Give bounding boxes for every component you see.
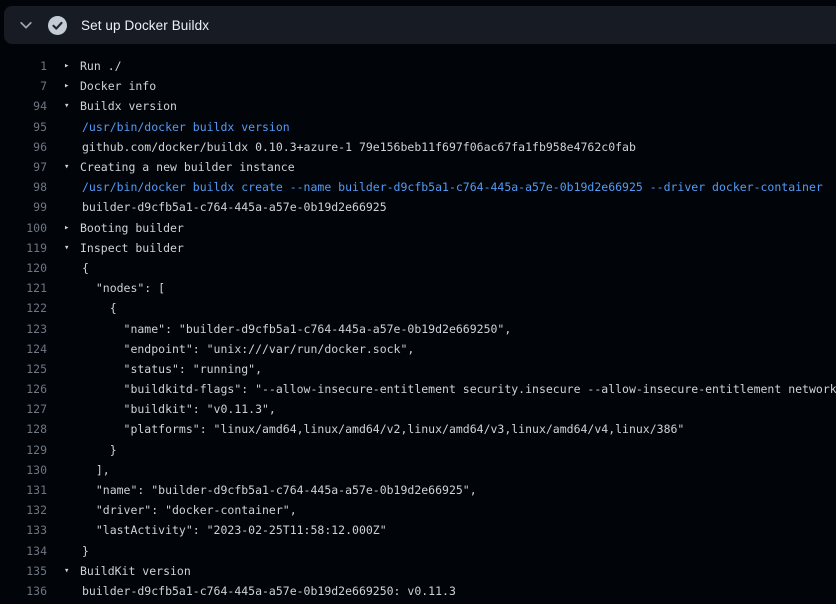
- output-text: github.com/docker/buildx 0.10.3+azure-1 …: [82, 140, 636, 154]
- output-text: "status": "running",: [82, 362, 262, 376]
- log-line: 120 {: [0, 258, 836, 278]
- line-number-link[interactable]: 100: [0, 221, 47, 235]
- line-number-link[interactable]: 123: [0, 322, 47, 336]
- log-line: 122 {: [0, 298, 836, 318]
- log-line: 124 "endpoint": "unix:///var/run/docker.…: [0, 339, 836, 359]
- output-text: ],: [82, 463, 110, 477]
- group-label: Docker info: [80, 79, 156, 93]
- line-number-link[interactable]: 120: [0, 261, 47, 275]
- log-line: 133 "lastActivity": "2023-02-25T11:58:12…: [0, 520, 836, 540]
- output-text: "lastActivity": "2023-02-25T11:58:12.000…: [82, 523, 387, 537]
- chevron-down-icon[interactable]: [19, 18, 33, 32]
- check-circle-icon: [48, 16, 67, 35]
- output-text: "buildkitd-flags": "--allow-insecure-ent…: [82, 382, 836, 396]
- log-line: 99 builder-d9cfb5a1-c764-445a-a57e-0b19d2…: [0, 197, 836, 217]
- line-number-link[interactable]: 136: [0, 584, 47, 598]
- group-label: Buildx version: [80, 99, 177, 113]
- log-line: 130 ],: [0, 460, 836, 480]
- line-number-link[interactable]: 99: [0, 200, 47, 214]
- line-number-link[interactable]: 128: [0, 422, 47, 436]
- log-line: 123 "name": "builder-d9cfb5a1-c764-445a-…: [0, 318, 836, 338]
- line-number-link[interactable]: 125: [0, 362, 47, 376]
- group-label: BuildKit version: [80, 564, 191, 578]
- line-number-link[interactable]: 130: [0, 463, 47, 477]
- log-line: 121 "nodes": [: [0, 278, 836, 298]
- log-area: 1▸Run ./7▸Docker info94▾Buildx version95…: [0, 44, 836, 604]
- log-line: 125 "status": "running",: [0, 359, 836, 379]
- line-number-link[interactable]: 96: [0, 140, 47, 154]
- line-number-link[interactable]: 134: [0, 544, 47, 558]
- command-text: /usr/bin/docker buildx create --name bui…: [82, 180, 823, 194]
- line-number-link[interactable]: 119: [0, 241, 47, 255]
- line-number-link[interactable]: 133: [0, 523, 47, 537]
- line-number-link[interactable]: 98: [0, 180, 47, 194]
- log-group-header[interactable]: 119 ▾Inspect builder: [0, 238, 836, 258]
- group-collapsed-triangle-icon[interactable]: ▸: [64, 56, 80, 76]
- output-text: "name": "builder-d9cfb5a1-c764-445a-a57e…: [82, 483, 477, 497]
- line-number-link[interactable]: 122: [0, 301, 47, 315]
- log-line: 134}: [0, 541, 836, 561]
- log-line: 98/usr/bin/docker buildx create --name b…: [0, 177, 836, 197]
- log-line: 136 builder-d9cfb5a1-c764-445a-a57e-0b19d…: [0, 581, 836, 601]
- command-text: /usr/bin/docker buildx version: [82, 120, 290, 134]
- output-text: "name": "builder-d9cfb5a1-c764-445a-a57e…: [82, 322, 511, 336]
- log-line: 131 "name": "builder-d9cfb5a1-c764-445a-…: [0, 480, 836, 500]
- log-group-header[interactable]: 1 ▸Run ./: [0, 56, 836, 76]
- log-line: 96 github.com/docker/buildx 0.10.3+azure-…: [0, 137, 836, 157]
- line-number-link[interactable]: 1: [0, 59, 47, 73]
- step-header[interactable]: Set up Docker Buildx: [4, 6, 836, 44]
- line-number-link[interactable]: 124: [0, 342, 47, 356]
- line-number-link[interactable]: 7: [0, 79, 47, 93]
- line-number-link[interactable]: 126: [0, 382, 47, 396]
- output-text: {: [82, 261, 89, 275]
- line-number-link[interactable]: 129: [0, 443, 47, 457]
- line-number-link[interactable]: 121: [0, 281, 47, 295]
- group-expanded-triangle-icon[interactable]: ▾: [64, 561, 80, 581]
- line-number-link[interactable]: 94: [0, 99, 47, 113]
- group-collapsed-triangle-icon[interactable]: ▸: [64, 218, 80, 238]
- group-label: Inspect builder: [80, 241, 184, 255]
- step-title: Set up Docker Buildx: [81, 18, 209, 33]
- group-collapsed-triangle-icon[interactable]: ▸: [64, 76, 80, 96]
- log-line: 129 }: [0, 440, 836, 460]
- group-expanded-triangle-icon[interactable]: ▾: [64, 157, 80, 177]
- line-number-link[interactable]: 97: [0, 160, 47, 174]
- output-text: "driver": "docker-container",: [82, 503, 297, 517]
- output-text: }: [82, 443, 117, 457]
- group-label: Run ./: [80, 59, 122, 73]
- line-number-link[interactable]: 127: [0, 402, 47, 416]
- log-line: 95/usr/bin/docker buildx version: [0, 117, 836, 137]
- line-number-link[interactable]: 131: [0, 483, 47, 497]
- output-text: "buildkit": "v0.11.3",: [82, 402, 276, 416]
- output-text: "platforms": "linux/amd64,linux/amd64/v2…: [82, 422, 684, 436]
- log-group-header[interactable]: 7 ▸Docker info: [0, 76, 836, 96]
- log-line: 126 "buildkitd-flags": "--allow-insecure…: [0, 379, 836, 399]
- output-text: "endpoint": "unix:///var/run/docker.sock…: [82, 342, 414, 356]
- group-label: Creating a new builder instance: [80, 160, 295, 174]
- output-text: }: [82, 544, 89, 558]
- line-number-link[interactable]: 95: [0, 120, 47, 134]
- group-expanded-triangle-icon[interactable]: ▾: [64, 238, 80, 258]
- group-label: Booting builder: [80, 221, 184, 235]
- log-group-header[interactable]: 97 ▾Creating a new builder instance: [0, 157, 836, 177]
- output-text: {: [82, 301, 117, 315]
- log-line: 132 "driver": "docker-container",: [0, 500, 836, 520]
- line-number-link[interactable]: 135: [0, 564, 47, 578]
- log-group-header[interactable]: 94 ▾Buildx version: [0, 96, 836, 116]
- output-text: "nodes": [: [82, 281, 165, 295]
- log-group-header[interactable]: 135 ▾BuildKit version: [0, 561, 836, 581]
- line-number-link[interactable]: 132: [0, 503, 47, 517]
- group-expanded-triangle-icon[interactable]: ▾: [64, 96, 80, 116]
- log-group-header[interactable]: 100 ▸Booting builder: [0, 218, 836, 238]
- log-line: 127 "buildkit": "v0.11.3",: [0, 399, 836, 419]
- output-text: builder-d9cfb5a1-c764-445a-a57e-0b19d2e6…: [82, 200, 387, 214]
- output-text: builder-d9cfb5a1-c764-445a-a57e-0b19d2e6…: [82, 584, 456, 598]
- log-line: 128 "platforms": "linux/amd64,linux/amd6…: [0, 419, 836, 439]
